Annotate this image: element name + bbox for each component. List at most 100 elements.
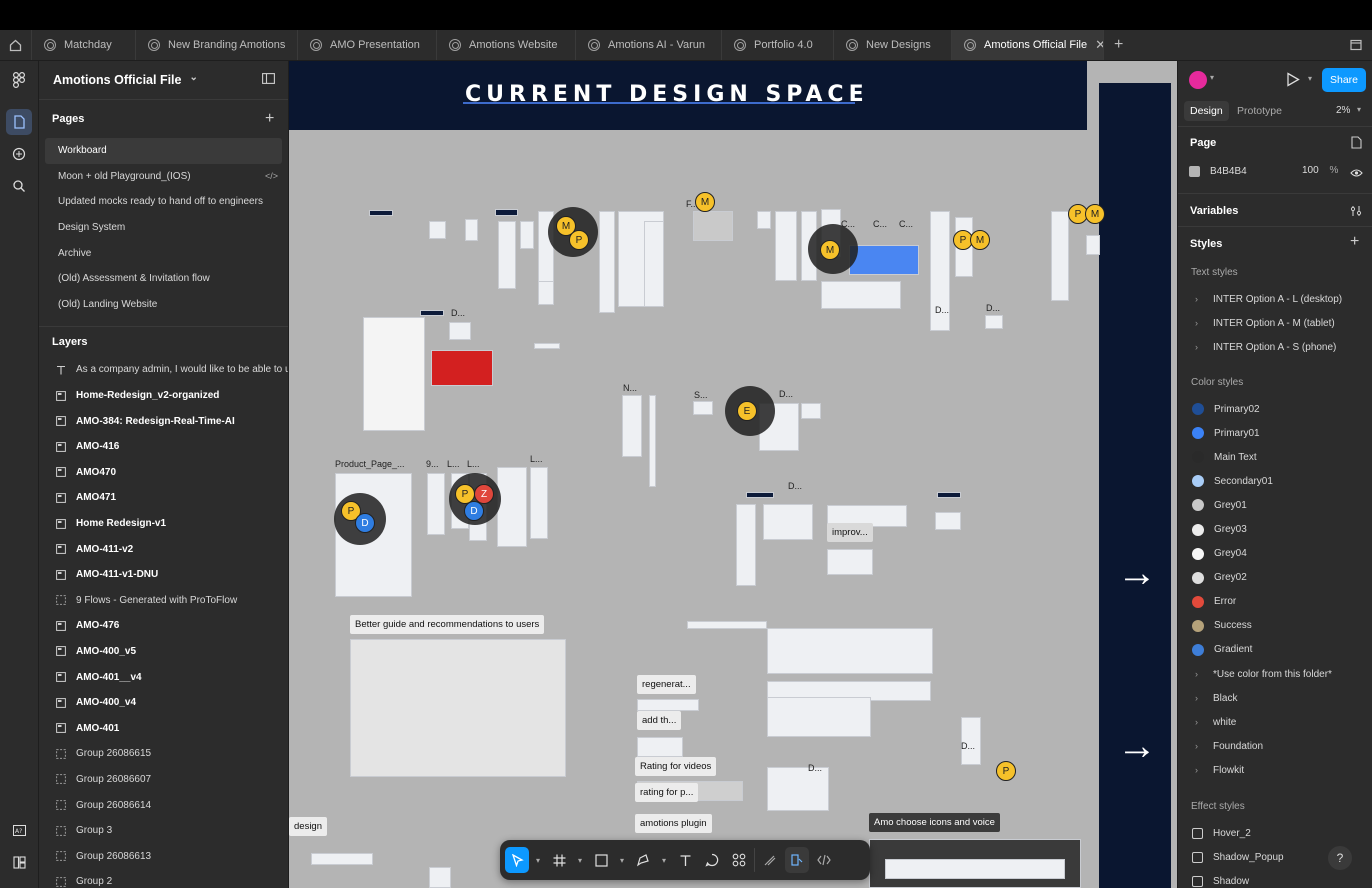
color-style-folder[interactable]: › Flowkit xyxy=(1178,758,1372,782)
tab-portfolio[interactable]: Portfolio 4.0 xyxy=(722,30,834,60)
file-panel-icon[interactable] xyxy=(6,109,32,135)
dev-mode-button[interactable] xyxy=(812,847,836,873)
color-style-folder[interactable]: › Foundation xyxy=(1178,734,1372,758)
layer-item[interactable]: AMO-400_v5 xyxy=(39,639,288,665)
share-button[interactable]: Share xyxy=(1322,68,1366,92)
close-tab-icon[interactable]: ✕ xyxy=(1095,37,1103,53)
present-button[interactable] xyxy=(1286,72,1300,92)
tab-new-branding[interactable]: New Branding Amotions xyxy=(136,30,298,60)
design-frame[interactable] xyxy=(801,403,821,419)
color-style-item[interactable]: Secondary01 xyxy=(1178,469,1372,493)
design-frame[interactable] xyxy=(622,395,642,457)
design-frame[interactable] xyxy=(420,310,444,316)
sticky-note[interactable]: design xyxy=(289,817,327,836)
design-frame[interactable] xyxy=(311,853,373,865)
sticky-note[interactable]: regenerat... xyxy=(637,675,696,694)
frame-tool-button[interactable] xyxy=(547,847,571,873)
sticky-note[interactable]: improv... xyxy=(827,523,873,542)
design-frame[interactable] xyxy=(775,211,797,281)
design-frame[interactable] xyxy=(757,211,771,229)
page-item-old-landing[interactable]: (Old) Landing Website xyxy=(45,292,282,318)
design-frame[interactable] xyxy=(693,211,733,241)
design-frame[interactable] xyxy=(363,317,425,431)
design-frame[interactable] xyxy=(637,699,699,711)
design-frame[interactable] xyxy=(350,639,566,777)
search-icon[interactable] xyxy=(6,173,32,199)
tab-prototype[interactable]: Prototype xyxy=(1237,105,1282,117)
sticky-note[interactable]: add th... xyxy=(637,711,682,730)
layer-item[interactable]: AMO471 xyxy=(39,485,288,511)
help-button[interactable]: ? xyxy=(1328,846,1352,870)
layer-item[interactable]: AMO-411-v1-DNU xyxy=(39,562,288,588)
page-item-workboard[interactable]: Workboard xyxy=(45,138,282,164)
tab-amotions-official[interactable]: Amotions Official File✕ xyxy=(952,30,1104,60)
text-style-item[interactable]: › INTER Option A - L (desktop) xyxy=(1178,287,1372,311)
page-item-updated-mocks[interactable]: Updated mocks ready to hand off to engin… xyxy=(45,189,282,215)
sticky-note[interactable]: rating for p... xyxy=(635,783,699,802)
page-opacity[interactable]: 100 % xyxy=(1302,165,1338,176)
chevron-down-icon[interactable]: ⌄ xyxy=(190,72,198,83)
page-item-design-system[interactable]: Design System xyxy=(45,215,282,241)
design-frame[interactable] xyxy=(429,867,451,888)
design-frame[interactable] xyxy=(821,281,901,309)
zoom-level[interactable]: 2% xyxy=(1336,105,1350,116)
tab-amo-presentation[interactable]: AMO Presentation xyxy=(298,30,437,60)
layer-item[interactable]: AMO-384: Redesign-Real-Time-AI xyxy=(39,408,288,434)
design-frame[interactable] xyxy=(1086,235,1100,255)
color-style-item[interactable]: Primary01 xyxy=(1178,421,1372,445)
design-frame[interactable] xyxy=(520,221,534,249)
new-tab-button[interactable]: + xyxy=(1106,30,1136,60)
variables-title[interactable]: Variables xyxy=(1190,205,1238,217)
page-item-archive[interactable]: Archive xyxy=(45,240,282,266)
comment-tool-button[interactable] xyxy=(700,847,724,873)
layer-item[interactable]: AMO-411-v2 xyxy=(39,536,288,562)
layer-item[interactable]: Group 26086607 xyxy=(39,767,288,793)
sidebar-toggle-icon[interactable] xyxy=(262,73,275,87)
actions-tool-button[interactable] xyxy=(727,847,751,873)
design-frame[interactable] xyxy=(736,504,756,586)
sticky-note[interactable]: Amo choose icons and voice xyxy=(869,813,1000,832)
design-frame[interactable] xyxy=(767,767,829,811)
page-item-moon[interactable]: Moon + old Playground_(IOS) </> xyxy=(45,164,282,190)
design-frame[interactable] xyxy=(465,219,478,241)
eye-icon[interactable] xyxy=(1350,165,1363,183)
color-style-item[interactable]: Success xyxy=(1178,614,1372,638)
design-frame[interactable] xyxy=(369,210,393,216)
design-frame[interactable] xyxy=(693,401,713,415)
design-frame[interactable] xyxy=(935,512,961,530)
sticky-note[interactable]: amotions plugin xyxy=(635,814,712,833)
layer-item[interactable]: 9 Flows - Generated with ProToFlow xyxy=(39,588,288,614)
move-tool-button[interactable] xyxy=(505,847,529,873)
user-avatar[interactable] xyxy=(1189,71,1207,89)
effect-style-item[interactable]: Hover_2 xyxy=(1178,821,1372,845)
color-style-item[interactable]: Grey01 xyxy=(1178,493,1372,517)
library-icon[interactable] xyxy=(6,849,32,875)
design-frame[interactable] xyxy=(649,395,656,487)
tab-design[interactable]: Design xyxy=(1184,101,1229,121)
design-frame[interactable] xyxy=(495,209,518,216)
pen-tool-button[interactable] xyxy=(631,847,655,873)
add-page-button[interactable]: + xyxy=(265,110,274,128)
color-style-folder[interactable]: › *Use color from this folder* xyxy=(1178,662,1372,686)
text-tool-button[interactable] xyxy=(673,847,697,873)
home-tab[interactable] xyxy=(0,30,32,60)
design-frame[interactable] xyxy=(498,221,516,289)
page-color-field[interactable]: B4B4B4 xyxy=(1189,161,1317,181)
chevron-down-icon[interactable]: ▾ xyxy=(1308,74,1312,83)
color-style-item[interactable]: Grey02 xyxy=(1178,566,1372,590)
sticky-note[interactable]: Rating for videos xyxy=(635,757,717,776)
assets-icon[interactable] xyxy=(6,141,32,167)
design-frame[interactable] xyxy=(763,504,813,540)
color-style-folder[interactable]: › Black xyxy=(1178,686,1372,710)
page-export-icon[interactable] xyxy=(1350,136,1362,154)
color-style-item[interactable]: Primary02 xyxy=(1178,397,1372,421)
page-item-old-assessment[interactable]: (Old) Assessment & Invitation flow xyxy=(45,266,282,292)
layer-item[interactable]: AMO-401__v4 xyxy=(39,664,288,690)
layer-item[interactable]: Group 3 xyxy=(39,818,288,844)
layer-item[interactable]: AMO470 xyxy=(39,460,288,486)
color-style-item[interactable]: Error xyxy=(1178,590,1372,614)
color-style-item[interactable]: Grey03 xyxy=(1178,517,1372,541)
design-frame[interactable] xyxy=(431,350,493,386)
design-frame[interactable] xyxy=(644,221,664,307)
color-style-item[interactable]: Main Text xyxy=(1178,445,1372,469)
